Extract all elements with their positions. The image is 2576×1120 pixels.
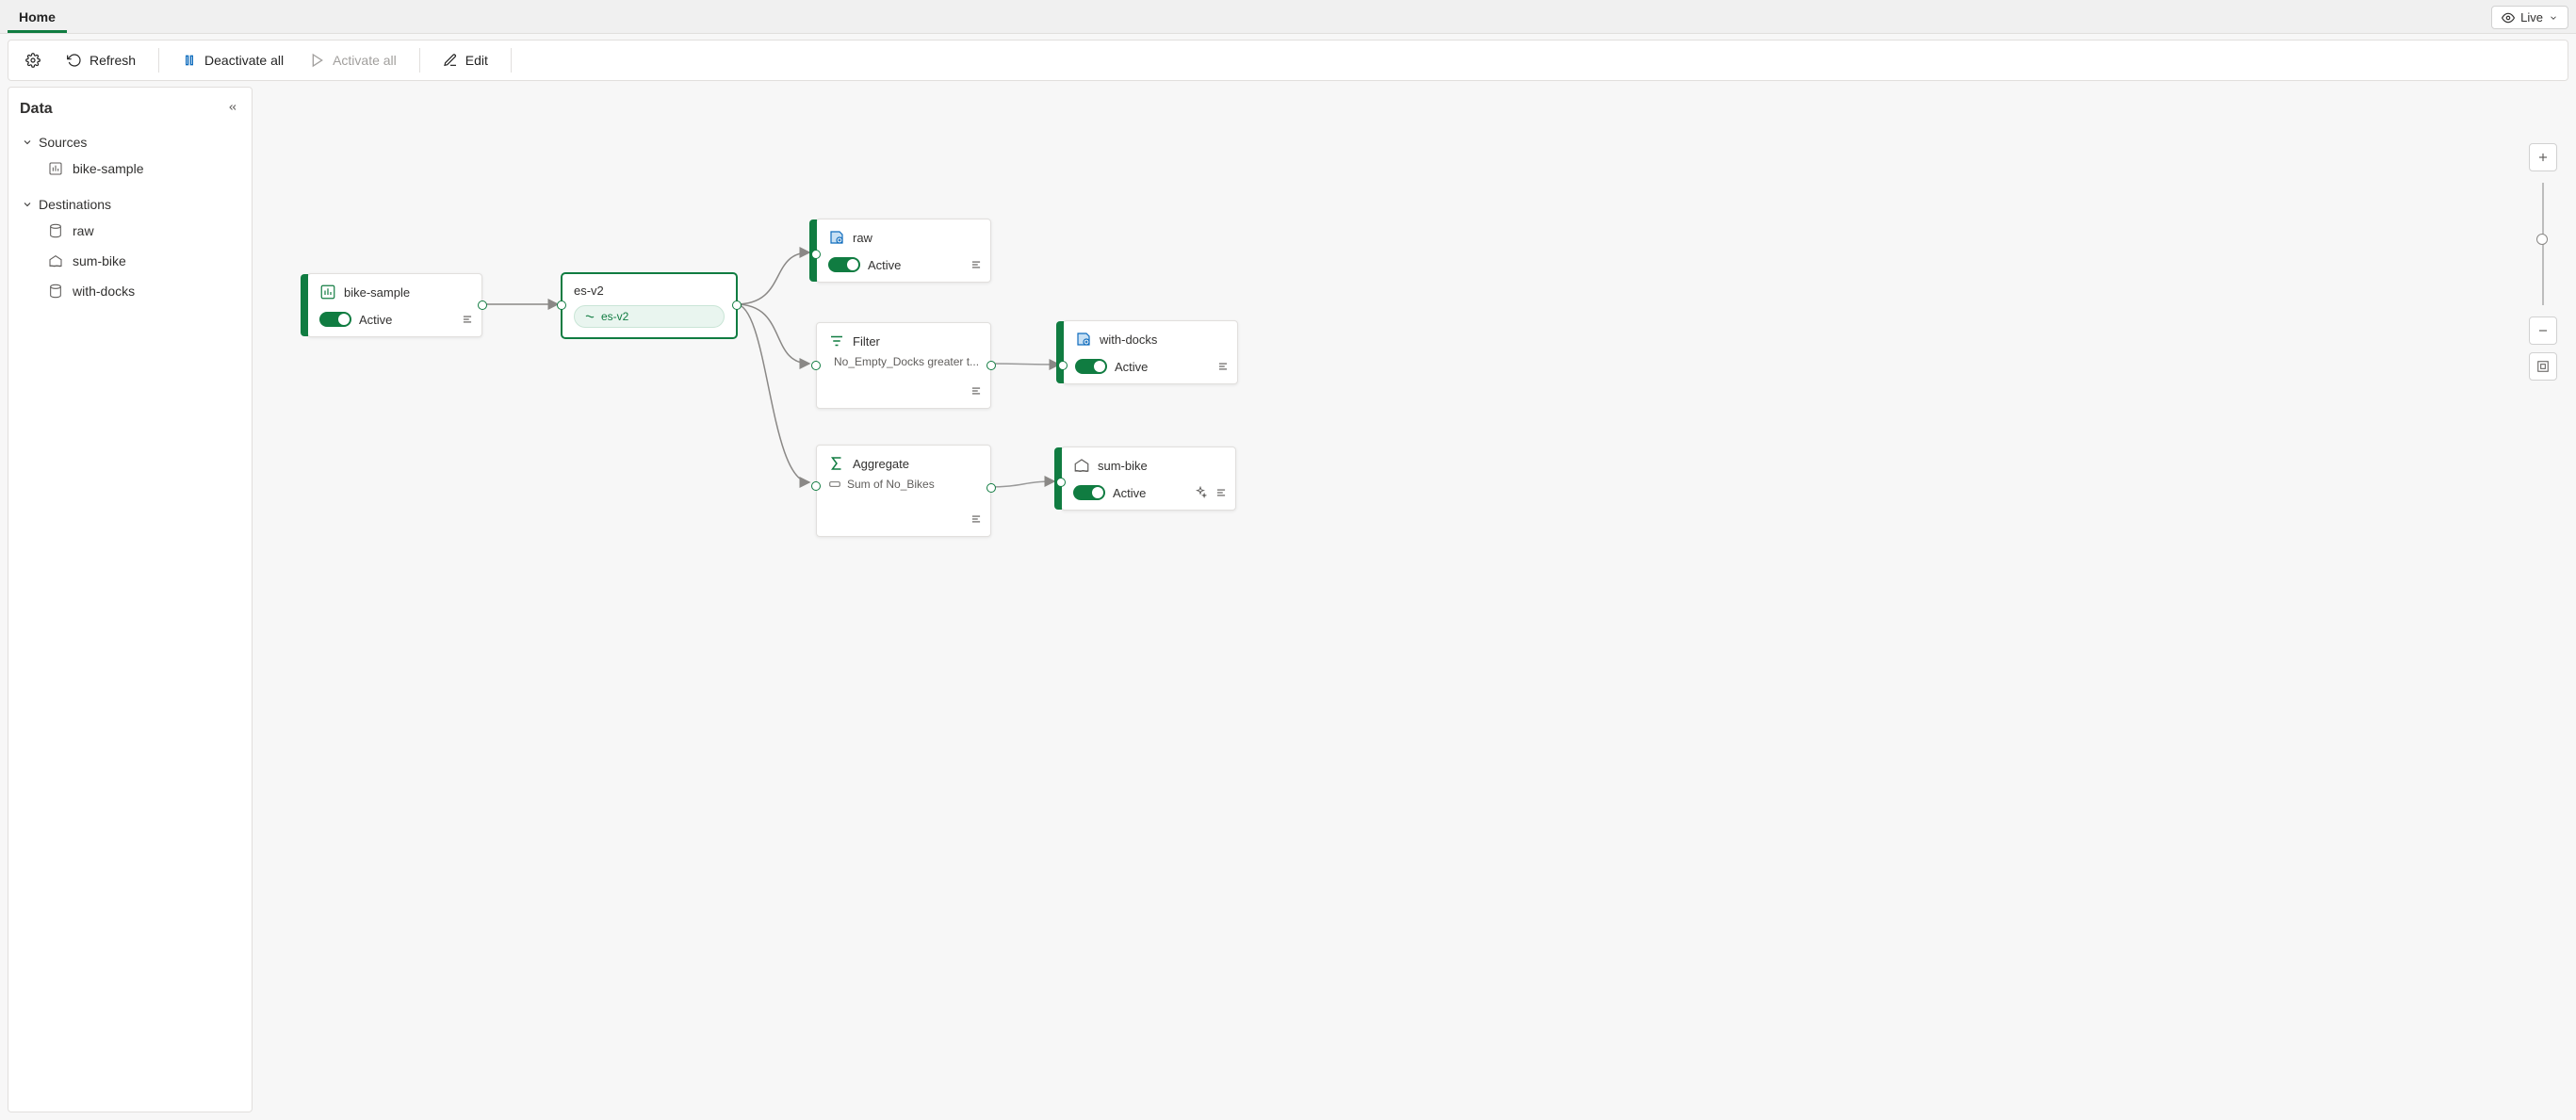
chevron-down-icon (2549, 13, 2558, 23)
chevron-down-icon (22, 137, 33, 148)
settings-button[interactable] (16, 47, 50, 73)
stream-chip[interactable]: es-v2 (574, 305, 725, 328)
fit-icon (2536, 360, 2550, 373)
node-sum-bike[interactable]: sum-bike Active (1061, 446, 1236, 511)
bar-chart-icon (48, 161, 63, 176)
more-menu[interactable] (970, 384, 983, 400)
more-menu[interactable] (461, 313, 474, 329)
node-with-docks[interactable]: with-docks Active (1063, 320, 1238, 384)
filter-icon (828, 333, 845, 349)
minus-icon (2536, 324, 2550, 337)
destination-item-with-docks[interactable]: with-docks (44, 276, 240, 306)
toggle-active[interactable] (828, 257, 860, 272)
tab-home[interactable]: Home (8, 2, 67, 33)
sources-section-header[interactable]: Sources (20, 131, 240, 154)
toggle-active[interactable] (1073, 485, 1105, 500)
node-bike-sample[interactable]: bike-sample Active (307, 273, 482, 337)
source-item-bike-sample[interactable]: bike-sample (44, 154, 240, 184)
deactivate-all-button[interactable]: Deactivate all (172, 47, 293, 73)
lakehouse-icon (1073, 457, 1090, 474)
activate-all-button[interactable]: Activate all (301, 47, 406, 73)
play-icon (310, 53, 325, 68)
live-dropdown[interactable]: Live (2491, 6, 2568, 29)
fit-view-button[interactable] (2529, 352, 2557, 381)
zoom-slider[interactable] (2542, 183, 2544, 305)
zoom-in-button[interactable] (2529, 143, 2557, 171)
node-es-v2[interactable]: es-v2 es-v2 (562, 273, 737, 338)
more-menu[interactable] (1215, 486, 1228, 502)
list-icon (970, 258, 983, 271)
side-panel: Data Sources bike-sample Destinations (8, 87, 253, 1112)
edit-button[interactable]: Edit (433, 47, 497, 73)
field-icon (828, 478, 841, 491)
more-menu[interactable] (1216, 360, 1230, 376)
more-menu[interactable] (970, 512, 983, 528)
toggle-active[interactable] (1075, 359, 1107, 374)
database-icon (1075, 331, 1092, 348)
gear-icon (25, 53, 41, 68)
node-filter[interactable]: Filter No_Empty_Docks greater t... (816, 322, 991, 409)
node-aggregate[interactable]: Aggregate Sum of No_Bikes (816, 445, 991, 537)
edit-icon (443, 53, 458, 68)
lakehouse-icon (48, 253, 63, 268)
list-icon (461, 313, 474, 326)
list-icon (970, 384, 983, 398)
stream-icon (584, 311, 595, 322)
refresh-icon (67, 53, 82, 68)
destination-item-sum-bike[interactable]: sum-bike (44, 246, 240, 276)
sparkle-icon[interactable] (1194, 486, 1207, 502)
refresh-button[interactable]: Refresh (57, 47, 145, 73)
toolbar: Refresh Deactivate all Activate all Edit (8, 40, 2568, 81)
list-icon (1215, 486, 1228, 499)
database-icon (48, 284, 63, 299)
sigma-icon (828, 455, 845, 472)
collapse-panel-button[interactable] (227, 101, 238, 116)
list-icon (1216, 360, 1230, 373)
destinations-section-header[interactable]: Destinations (20, 193, 240, 216)
toggle-active[interactable] (319, 312, 351, 327)
plus-icon (2536, 151, 2550, 164)
destination-item-raw[interactable]: raw (44, 216, 240, 246)
bar-chart-icon (319, 284, 336, 300)
database-icon (48, 223, 63, 238)
tab-bar: Home Live (0, 0, 2576, 34)
database-icon (828, 229, 845, 246)
list-icon (970, 512, 983, 526)
node-raw[interactable]: raw Active (816, 219, 991, 283)
canvas[interactable]: bike-sample Active es-v2 es-v2 (260, 87, 2568, 1112)
live-label: Live (2520, 10, 2543, 24)
canvas-controls (2529, 143, 2557, 388)
chevron-down-icon (22, 199, 33, 210)
zoom-out-button[interactable] (2529, 317, 2557, 345)
more-menu[interactable] (970, 258, 983, 274)
eye-icon (2502, 11, 2515, 24)
side-panel-title: Data (20, 101, 240, 118)
chevron-double-left-icon (227, 102, 238, 113)
pause-icon (182, 53, 197, 68)
